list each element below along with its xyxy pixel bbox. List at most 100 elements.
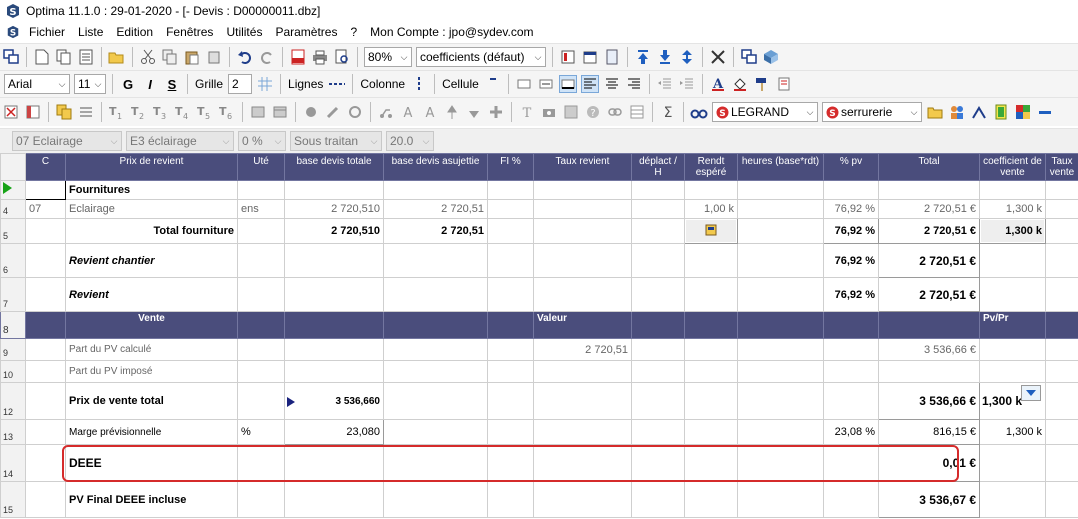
cell[interactable] — [533, 199, 632, 219]
sum-icon[interactable]: Σ — [659, 103, 677, 121]
row-code[interactable]: 07 — [25, 199, 66, 219]
cell[interactable] — [383, 444, 488, 482]
cell[interactable] — [284, 277, 384, 312]
row-total[interactable]: 3 536,66 € — [878, 338, 980, 361]
sheet-icon[interactable] — [603, 48, 621, 66]
cell[interactable] — [823, 180, 879, 200]
cell[interactable] — [684, 180, 738, 200]
component-icon[interactable] — [302, 103, 320, 121]
col-header-c[interactable]: C — [25, 153, 66, 181]
cell[interactable] — [631, 218, 685, 244]
row-base-asujettie[interactable]: 2 720,51 — [383, 218, 488, 244]
cell[interactable] — [284, 180, 384, 200]
cell[interactable] — [237, 243, 285, 278]
cell[interactable] — [533, 481, 632, 518]
menu-liste[interactable]: Liste — [78, 25, 103, 39]
copy-document-icon[interactable] — [55, 48, 73, 66]
row-total[interactable]: 2 720,51 € — [878, 243, 980, 278]
cell[interactable] — [237, 360, 285, 383]
cell[interactable] — [237, 382, 285, 420]
cell[interactable] — [631, 199, 685, 219]
print-preview-icon[interactable] — [333, 48, 351, 66]
table-row-deee[interactable]: 14 DEEE 0,01 € — [0, 444, 1078, 482]
row-rendt[interactable]: 1,00 k — [684, 199, 738, 219]
cell[interactable] — [383, 180, 488, 200]
italic-button[interactable]: I — [142, 77, 158, 92]
search-binoculars-icon[interactable] — [690, 103, 708, 121]
cell[interactable] — [684, 243, 738, 278]
table-row[interactable]: 4 07 Eclairage ens 2 720,510 2 720,51 1,… — [0, 199, 1078, 219]
cell[interactable] — [979, 243, 1046, 278]
row-label[interactable]: Part du PV calculé — [65, 338, 238, 361]
font-size-select[interactable]: 11 ⌵ — [74, 74, 106, 94]
cell[interactable] — [533, 243, 632, 278]
cell[interactable] — [383, 277, 488, 312]
cell[interactable] — [25, 444, 66, 482]
cell[interactable] — [487, 180, 534, 200]
row-total[interactable]: 2 720,51 € — [878, 199, 980, 219]
cell[interactable] — [533, 360, 632, 383]
cell[interactable] — [823, 444, 879, 482]
row-total[interactable]: 816,15 € — [878, 419, 980, 445]
new-document-icon[interactable] — [33, 48, 51, 66]
row-total[interactable]: 2 720,51 € — [878, 277, 980, 312]
cell[interactable] — [383, 338, 488, 361]
cell[interactable] — [25, 360, 66, 383]
windows-icon[interactable] — [2, 48, 20, 66]
font-color-icon[interactable]: A — [709, 75, 727, 93]
cube-icon[interactable] — [762, 48, 780, 66]
cell[interactable] — [1045, 444, 1078, 482]
subfamily-select[interactable]: E3 éclairage ⌵ — [126, 131, 234, 151]
table-row[interactable]: 13 Marge prévisionnelle % 23,080 23,08 %… — [0, 419, 1078, 445]
row-total[interactable]: 3 536,67 € — [878, 481, 980, 518]
cell[interactable] — [737, 277, 824, 312]
cell[interactable] — [1045, 199, 1078, 219]
menu-parametres[interactable]: Paramètres — [275, 25, 337, 39]
cell[interactable] — [684, 419, 738, 445]
cell[interactable] — [737, 382, 824, 420]
cell[interactable] — [1045, 277, 1078, 312]
list-table-icon[interactable] — [24, 103, 42, 121]
table-row[interactable]: 7 Revient 76,92 % 2 720,51 € — [0, 277, 1078, 312]
cell[interactable] — [684, 338, 738, 361]
cell[interactable] — [487, 419, 534, 445]
level-3-icon[interactable]: T3 — [152, 103, 170, 121]
cell[interactable] — [737, 199, 824, 219]
open-folder-icon[interactable] — [108, 48, 126, 66]
cell[interactable] — [631, 419, 685, 445]
cell[interactable] — [684, 444, 738, 482]
border-bottom-icon[interactable] — [558, 75, 577, 93]
cell[interactable] — [737, 243, 824, 278]
cell[interactable] — [1045, 218, 1078, 244]
cell[interactable] — [487, 382, 534, 420]
minus-icon[interactable] — [1036, 103, 1054, 121]
subcontract-select[interactable]: Sous traitan ⌵ — [290, 131, 382, 151]
level-6-icon[interactable]: T6 — [218, 103, 236, 121]
cell[interactable] — [823, 382, 879, 420]
row-base-asujettie[interactable]: 2 720,51 — [383, 199, 488, 219]
col-header-taux-revient[interactable]: Taux revient — [533, 153, 632, 181]
cell[interactable] — [1045, 360, 1078, 383]
align-left-icon[interactable] — [580, 75, 599, 93]
row-coef[interactable]: 1,300 k — [979, 218, 1046, 244]
level-4-icon[interactable]: T4 — [174, 103, 192, 121]
cell[interactable] — [737, 419, 824, 445]
print-icon[interactable] — [311, 48, 329, 66]
table-row[interactable]: 5 Total fourniture 2 720,510 2 720,51 76… — [0, 218, 1078, 244]
bold-button[interactable]: G — [120, 77, 136, 92]
col-header-base-totale[interactable]: base devis totale — [284, 153, 384, 181]
menu-fichier[interactable]: Fichier — [29, 25, 65, 39]
border-top-icon[interactable] — [515, 75, 533, 93]
row-label[interactable]: Eclairage — [65, 199, 238, 219]
col-header-prix-revient[interactable]: Prix de revient — [65, 153, 238, 181]
cell[interactable] — [487, 277, 534, 312]
row-label[interactable]: Part du PV imposé — [65, 360, 238, 383]
row-ute[interactable]: ens — [237, 199, 285, 219]
insert-block-icon[interactable] — [249, 103, 267, 121]
cell[interactable] — [487, 481, 534, 518]
palette-icon[interactable] — [1014, 103, 1032, 121]
row-label[interactable]: Marge prévisionnelle — [65, 419, 238, 445]
insert-block2-icon[interactable] — [271, 103, 289, 121]
cell[interactable] — [487, 360, 534, 383]
cell[interactable] — [631, 382, 685, 420]
